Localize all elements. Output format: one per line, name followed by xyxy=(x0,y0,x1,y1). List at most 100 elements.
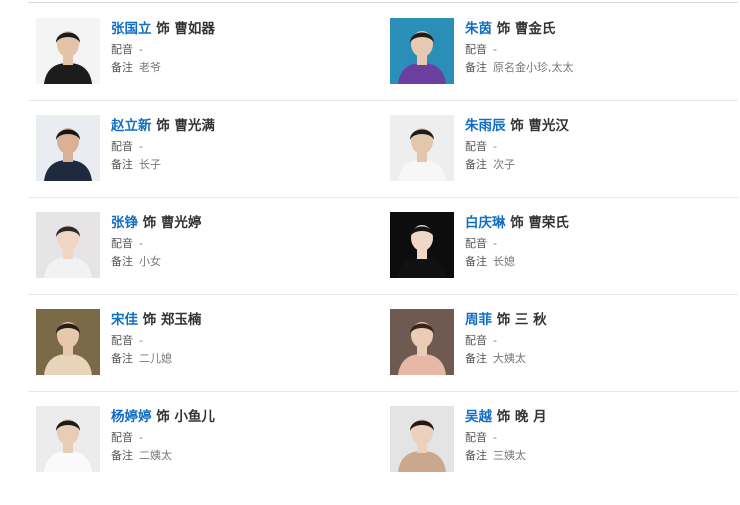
actor-photo[interactable] xyxy=(36,406,100,472)
role-separator: 饰 xyxy=(156,118,170,134)
portrait-image xyxy=(36,115,100,181)
actor-photo[interactable] xyxy=(36,18,100,84)
dubbing-label: 配音 xyxy=(465,334,487,347)
actor-photo[interactable] xyxy=(390,18,454,84)
note-line: 备注 长子 xyxy=(111,157,371,173)
dubbing-label: 配音 xyxy=(111,334,133,347)
dubbing-value: - xyxy=(139,140,143,153)
name-line: 张铮 饰 曹光婷 xyxy=(111,214,371,232)
dubbing-value: - xyxy=(493,43,497,56)
note-label: 备注 xyxy=(111,61,133,74)
note-value: 长子 xyxy=(139,158,161,171)
role-separator: 饰 xyxy=(142,215,157,231)
note-value: 三姨太 xyxy=(493,449,526,462)
role-name: 曹光汉 xyxy=(528,118,569,134)
note-line: 备注 三姨太 xyxy=(465,448,725,464)
note-value: 长媳 xyxy=(493,255,515,268)
actor-name-link[interactable]: 白庆琳 xyxy=(465,215,506,231)
role-name: 三 秋 xyxy=(514,312,547,328)
actor-name-link[interactable]: 朱茵 xyxy=(465,21,492,37)
name-line: 朱茵 饰 曹金氏 xyxy=(465,20,725,38)
dubbing-line: 配音 - xyxy=(465,42,725,58)
dubbing-value: - xyxy=(139,334,143,347)
actor-photo[interactable] xyxy=(390,406,454,472)
name-line: 朱雨辰 饰 曹光汉 xyxy=(465,117,725,135)
cast-card: 张铮 饰 曹光婷 配音 - 备注 小女 xyxy=(36,212,376,278)
role-name: 曹光满 xyxy=(174,118,215,134)
note-label: 备注 xyxy=(465,449,487,462)
role-name: 小鱼儿 xyxy=(174,409,215,425)
dubbing-line: 配音 - xyxy=(111,42,371,58)
actor-photo[interactable] xyxy=(36,212,100,278)
actor-name-link[interactable]: 杨婷婷 xyxy=(111,409,152,425)
cast-info: 张国立 饰 曹如器 配音 - 备注 老爷 xyxy=(111,20,371,76)
note-label: 备注 xyxy=(111,352,133,365)
cast-card: 吴越 饰 晚 月配音 - 备注 三姨太 xyxy=(390,406,730,472)
role-name: 郑玉楠 xyxy=(160,312,202,328)
portrait-image xyxy=(36,406,100,472)
dubbing-label: 配音 xyxy=(465,43,487,56)
note-value: 二儿媳 xyxy=(139,352,172,365)
note-label: 备注 xyxy=(465,61,487,74)
actor-name-link[interactable]: 吴越 xyxy=(465,409,492,425)
role-separator: 饰 xyxy=(142,312,157,328)
note-label: 备注 xyxy=(465,255,487,268)
dubbing-value: - xyxy=(493,431,497,444)
actor-name-link[interactable]: 周菲 xyxy=(465,312,492,328)
dubbing-line: 配音 - xyxy=(465,430,725,446)
actor-name-link[interactable]: 张国立 xyxy=(111,21,152,37)
note-label: 备注 xyxy=(111,255,133,268)
name-line: 白庆琳 饰 曹荣氏 xyxy=(465,214,725,232)
dubbing-label: 配音 xyxy=(465,237,487,250)
cast-info: 宋佳 饰 郑玉楠 配音 - 备注 二儿媳 xyxy=(111,311,371,367)
note-value: 原名金小珍,太太 xyxy=(493,61,574,74)
name-line: 杨婷婷 饰 小鱼儿 xyxy=(111,408,371,426)
dubbing-label: 配音 xyxy=(111,431,133,444)
role-separator: 饰 xyxy=(156,21,170,37)
name-line: 周菲 饰 三 秋 xyxy=(465,311,725,329)
actor-name-link[interactable]: 张铮 xyxy=(111,215,138,231)
note-value: 次子 xyxy=(493,158,515,171)
actor-photo[interactable] xyxy=(390,115,454,181)
dubbing-value: - xyxy=(139,431,143,444)
actor-name-link[interactable]: 宋佳 xyxy=(111,312,138,328)
cast-card: 张国立 饰 曹如器 配音 - 备注 老爷 xyxy=(36,18,376,84)
actor-name-link[interactable]: 朱雨辰 xyxy=(465,118,506,134)
note-label: 备注 xyxy=(111,449,133,462)
note-value: 小女 xyxy=(139,255,161,268)
note-value: 大姨太 xyxy=(493,352,526,365)
note-line: 备注 长媳 xyxy=(465,254,725,270)
actor-photo[interactable] xyxy=(36,309,100,375)
cast-row: 赵立新 饰 曹光满 配音 - 备注 长子 朱雨辰 饰 曹光汉 配音 - 备注 次子 xyxy=(28,101,738,198)
dubbing-label: 配音 xyxy=(465,140,487,153)
dubbing-value: - xyxy=(139,237,143,250)
note-label: 备注 xyxy=(111,158,133,171)
cast-info: 朱茵 饰 曹金氏 配音 - 备注 原名金小珍,太太 xyxy=(465,20,725,76)
note-line: 备注 小女 xyxy=(111,254,371,270)
cast-info: 赵立新 饰 曹光满 配音 - 备注 长子 xyxy=(111,117,371,173)
portrait-image xyxy=(390,212,454,278)
cast-card: 杨婷婷 饰 小鱼儿 配音 - 备注 二姨太 xyxy=(36,406,376,472)
dubbing-value: - xyxy=(139,43,143,56)
role-separator: 饰 xyxy=(156,409,170,425)
note-value: 老爷 xyxy=(139,61,161,74)
actor-name-link[interactable]: 赵立新 xyxy=(111,118,152,134)
role-name: 曹荣氏 xyxy=(528,215,569,231)
dubbing-label: 配音 xyxy=(111,43,133,56)
actor-photo[interactable] xyxy=(390,309,454,375)
name-line: 赵立新 饰 曹光满 xyxy=(111,117,371,135)
note-label: 备注 xyxy=(465,352,487,365)
actor-photo[interactable] xyxy=(36,115,100,181)
dubbing-label: 配音 xyxy=(111,237,133,250)
actor-photo[interactable] xyxy=(390,212,454,278)
note-line: 备注 二儿媳 xyxy=(111,351,371,367)
cast-row: 宋佳 饰 郑玉楠 配音 - 备注 二儿媳 周菲 饰 三 秋配音 - 备注 大姨太 xyxy=(28,295,738,392)
portrait-image xyxy=(36,309,100,375)
portrait-image xyxy=(390,406,454,472)
portrait-image xyxy=(390,115,454,181)
dubbing-line: 配音 - xyxy=(465,333,725,349)
role-separator: 饰 xyxy=(510,118,524,134)
note-line: 备注 大姨太 xyxy=(465,351,725,367)
dubbing-value: - xyxy=(493,237,497,250)
cast-card: 朱茵 饰 曹金氏 配音 - 备注 原名金小珍,太太 xyxy=(390,18,730,84)
